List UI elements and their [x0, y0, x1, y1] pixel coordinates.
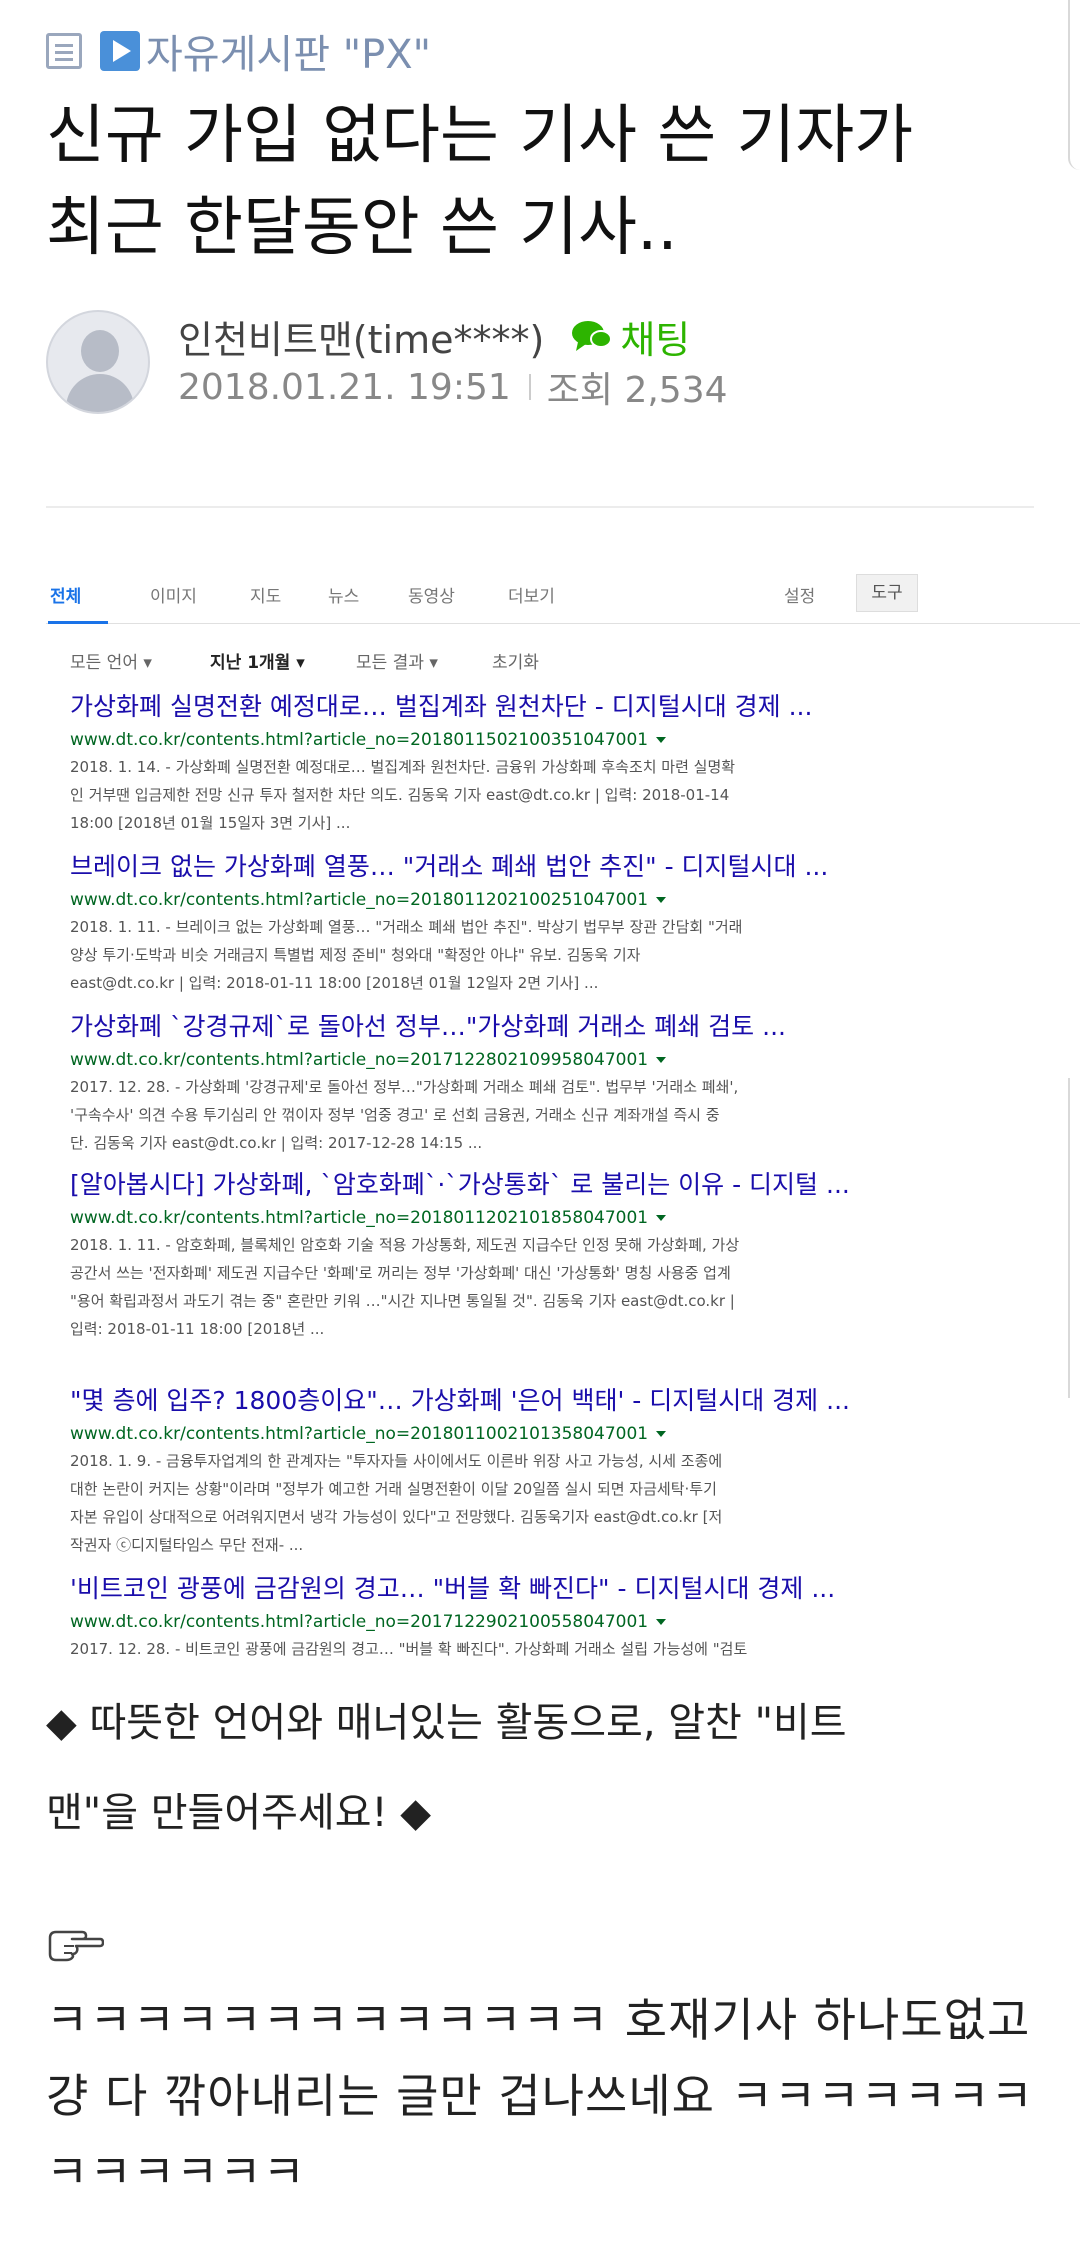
result-snippet: east@dt.co.kr | 입력: 2018-01-11 18:00 [20… [70, 974, 599, 992]
result-snippet: 2017. 12. 28. - 비트코인 광풍에 금감원의 경고… "버블 확 … [70, 1640, 748, 1658]
result-url: www.dt.co.kr/contents.html?article_no=20… [70, 1422, 1030, 1446]
avatar[interactable] [46, 310, 150, 414]
search-results-image: 전체 이미지 지도 뉴스 동영상 더보기 설정 도구 모든 언어 ▾ 지난 1개… [46, 572, 1080, 1670]
result-snippet: 인 거부땐 입금제한 전망 신규 투자 철저한 차단 의도. 김동욱 기자 ea… [70, 786, 730, 804]
result-url-text: www.dt.co.kr/contents.html?article_no=20… [70, 730, 649, 750]
result-url: www.dt.co.kr/contents.html?article_no=20… [70, 1206, 1030, 1230]
search-result: 브레이크 없는 가상화폐 열풍… "거래소 폐쇄 법안 추진" - 디지털시대 … [70, 850, 1030, 996]
notice-line-1: ◆ 따뜻한 언어와 매너있는 활동으로, 알찬 "비트 [46, 1700, 847, 1746]
post-meta: 2018.01.21. 19:51 조회 2,534 [178, 362, 728, 412]
result-snippet: 단. 김동욱 기자 east@dt.co.kr | 입력: 2017-12-28… [70, 1134, 483, 1152]
result-snippet: 작권자 ⓒ디지털타임스 무단 전재- ... [70, 1536, 304, 1554]
active-tab-underline [48, 621, 108, 624]
result-snippet: 2018. 1. 14. - 가상화폐 실명전환 예정대로… 벌집계좌 원천차단… [70, 758, 736, 776]
filter-period: 지난 1개월 ▾ [210, 653, 305, 673]
chat-bubble-icon [572, 321, 613, 351]
result-url-text: www.dt.co.kr/contents.html?article_no=20… [70, 890, 649, 910]
search-result: [알아봅시다] 가상화폐, `암호화폐`·`가상통화` 로 불리는 이유 - 디… [70, 1168, 1030, 1342]
dropdown-arrow-icon [656, 1215, 667, 1221]
filter-language: 모든 언어 ▾ [70, 653, 152, 673]
result-title: '비트코인 광풍에 금감원의 경고… "버블 확 빠진다" - 디지털시대 경제… [70, 1574, 836, 1603]
play-icon [100, 31, 140, 71]
dropdown-arrow-icon [656, 1619, 667, 1625]
divider [46, 506, 1034, 508]
result-snippet: "용어 확립과정서 과도기 겪는 중" 혼란만 키워 …"시간 지나면 통일될 … [70, 1292, 735, 1310]
result-title: 브레이크 없는 가상화폐 열풍… "거래소 폐쇄 법안 추진" - 디지털시대 … [70, 852, 829, 881]
result-url-text: www.dt.co.kr/contents.html?article_no=20… [70, 1208, 649, 1228]
result-url: www.dt.co.kr/contents.html?article_no=20… [70, 888, 1030, 912]
author-name[interactable]: 인천비트맨(time****) [178, 309, 544, 364]
result-title: "몇 층에 입주? 1800층이요"… 가상화폐 '은어 백태' - 디지털시대… [70, 1386, 850, 1415]
tab-settings: 설정 [784, 587, 816, 607]
result-title: 가상화폐 `강경규제`로 돌아선 정부…"가상화폐 거래소 폐쇄 검토 ... [70, 1012, 786, 1041]
dropdown-arrow-icon [656, 1057, 667, 1063]
result-url-text: www.dt.co.kr/contents.html?article_no=20… [70, 1050, 649, 1070]
list-icon[interactable] [46, 33, 82, 69]
body-line-3: ㅋㅋㅋㅋㅋㅋ [46, 2145, 306, 2199]
result-snippet: 2018. 1. 9. - 금융투자업계의 한 관계자는 "투자자들 사이에서도… [70, 1452, 723, 1470]
tools-button: 도구 [856, 574, 918, 612]
search-result: "몇 층에 입주? 1800층이요"… 가상화폐 '은어 백태' - 디지털시대… [70, 1384, 1030, 1558]
post-title-line-1: 신규 가입 없다는 기사 쓴 기자가 [46, 99, 914, 173]
scroll-edge [1068, 0, 1080, 170]
pointing-hand-icon [48, 1930, 104, 1962]
result-snippet: 공간서 쓰는 '전자화폐' 제도권 지급수단 '화폐'로 꺼리는 정부 '가상화… [70, 1264, 731, 1282]
avatar-body [66, 374, 134, 412]
filter-results: 모든 결과 ▾ [356, 653, 438, 673]
result-snippet: 2018. 1. 11. - 암호화폐, 블록체인 암호화 기술 적용 가상통화… [70, 1236, 740, 1254]
result-title: 가상화폐 실명전환 예정대로… 벌집계좌 원천차단 - 디지털시대 경제 ... [70, 692, 813, 721]
result-url-text: www.dt.co.kr/contents.html?article_no=20… [70, 1424, 649, 1444]
post-body: ㅋㅋㅋㅋㅋㅋㅋㅋㅋㅋㅋㅋㅋ 호재기사 하나도없고 걍 다 깎아내리는 글만 겁나… [46, 1982, 1066, 2210]
board-breadcrumb[interactable]: 자유게시판 "PX" [46, 26, 431, 78]
notice-text: ◆ 따뜻한 언어와 매너있는 활동으로, 알찬 "비트 맨"을 만들어주세요! … [46, 1678, 1046, 1858]
post-title: 신규 가입 없다는 기사 쓴 기자가 최근 한달동안 쓴 기사.. [46, 90, 1046, 274]
result-snippet: 자본 유입이 상대적으로 어려워지면서 냉각 가능성이 있다"고 전망했다. 김… [70, 1508, 723, 1526]
result-url: www.dt.co.kr/contents.html?article_no=20… [70, 1048, 1030, 1072]
tab-more: 더보기 [508, 587, 555, 607]
tab-images: 이미지 [150, 587, 197, 607]
post-date: 2018.01.21. 19:51 [178, 366, 511, 408]
board-name[interactable]: 자유게시판 "PX" [146, 22, 431, 80]
dropdown-arrow-icon [656, 897, 667, 903]
result-url-text: www.dt.co.kr/contents.html?article_no=20… [70, 1612, 649, 1632]
post-title-line-2: 최근 한달동안 쓴 기사.. [46, 191, 678, 265]
dropdown-arrow-icon [656, 1431, 667, 1437]
filter-reset: 초기화 [492, 653, 539, 673]
search-result: 가상화폐 실명전환 예정대로… 벌집계좌 원천차단 - 디지털시대 경제 ...… [70, 690, 1030, 836]
tab-maps: 지도 [250, 587, 282, 607]
dropdown-arrow-icon [656, 737, 667, 743]
search-tabs: 전체 이미지 지도 뉴스 동영상 더보기 설정 도구 [46, 572, 1080, 624]
result-snippet: 2017. 12. 28. - 가상화폐 '강경규제'로 돌아선 정부…"가상화… [70, 1078, 739, 1096]
search-result: 가상화폐 `강경규제`로 돌아선 정부…"가상화폐 거래소 폐쇄 검토 ... … [70, 1010, 1030, 1156]
result-snippet: '구속수사' 의견 수용 투기심리 안 꺾이자 정부 '엄중 경고' 로 선회 … [70, 1106, 720, 1124]
tab-all: 전체 [50, 587, 82, 607]
result-title: [알아봅시다] 가상화폐, `암호화폐`·`가상통화` 로 불리는 이유 - 디… [70, 1170, 850, 1199]
result-snippet: 대한 논란이 커지는 상황"이라며 "정부가 예고한 거래 실명전환이 이달 2… [70, 1480, 717, 1498]
result-url: www.dt.co.kr/contents.html?article_no=20… [70, 728, 1030, 752]
search-result: '비트코인 광풍에 금감원의 경고… "버블 확 빠진다" - 디지털시대 경제… [70, 1572, 1030, 1662]
tab-videos: 동영상 [408, 587, 455, 607]
body-line-1: ㅋㅋㅋㅋㅋㅋㅋㅋㅋㅋㅋㅋㅋ 호재기사 하나도없고 [46, 1993, 1031, 2047]
chat-button[interactable]: 채팅 [570, 309, 690, 364]
result-snippet: 입력: 2018-01-11 18:00 [2018년 ... [70, 1320, 325, 1338]
author-row: 인천비트맨(time****) 채팅 [178, 308, 690, 364]
result-snippet: 양상 투기·도박과 비슷 거래금지 특별법 제정 준비" 청와대 "확정안 아냐… [70, 946, 641, 964]
result-snippet: 18:00 [2018년 01월 15일자 3면 기사] ... [70, 814, 351, 832]
tab-news: 뉴스 [328, 587, 360, 607]
result-url: www.dt.co.kr/contents.html?article_no=20… [70, 1610, 1030, 1634]
avatar-head [81, 330, 119, 372]
chat-label: 채팅 [620, 317, 691, 362]
post-views: 조회 2,534 [546, 370, 728, 411]
result-snippet: 2018. 1. 11. - 브레이크 없는 가상화폐 열풍… "거래소 폐쇄 … [70, 918, 743, 936]
meta-separator [528, 374, 531, 400]
scrollbar[interactable] [1068, 1078, 1080, 1398]
body-line-2: 걍 다 깎아내리는 글만 겁나쓰네요 ㅋㅋㅋㅋㅋㅋㅋ [46, 2069, 1034, 2123]
notice-line-2: 맨"을 만들어주세요! ◆ [46, 1790, 432, 1836]
